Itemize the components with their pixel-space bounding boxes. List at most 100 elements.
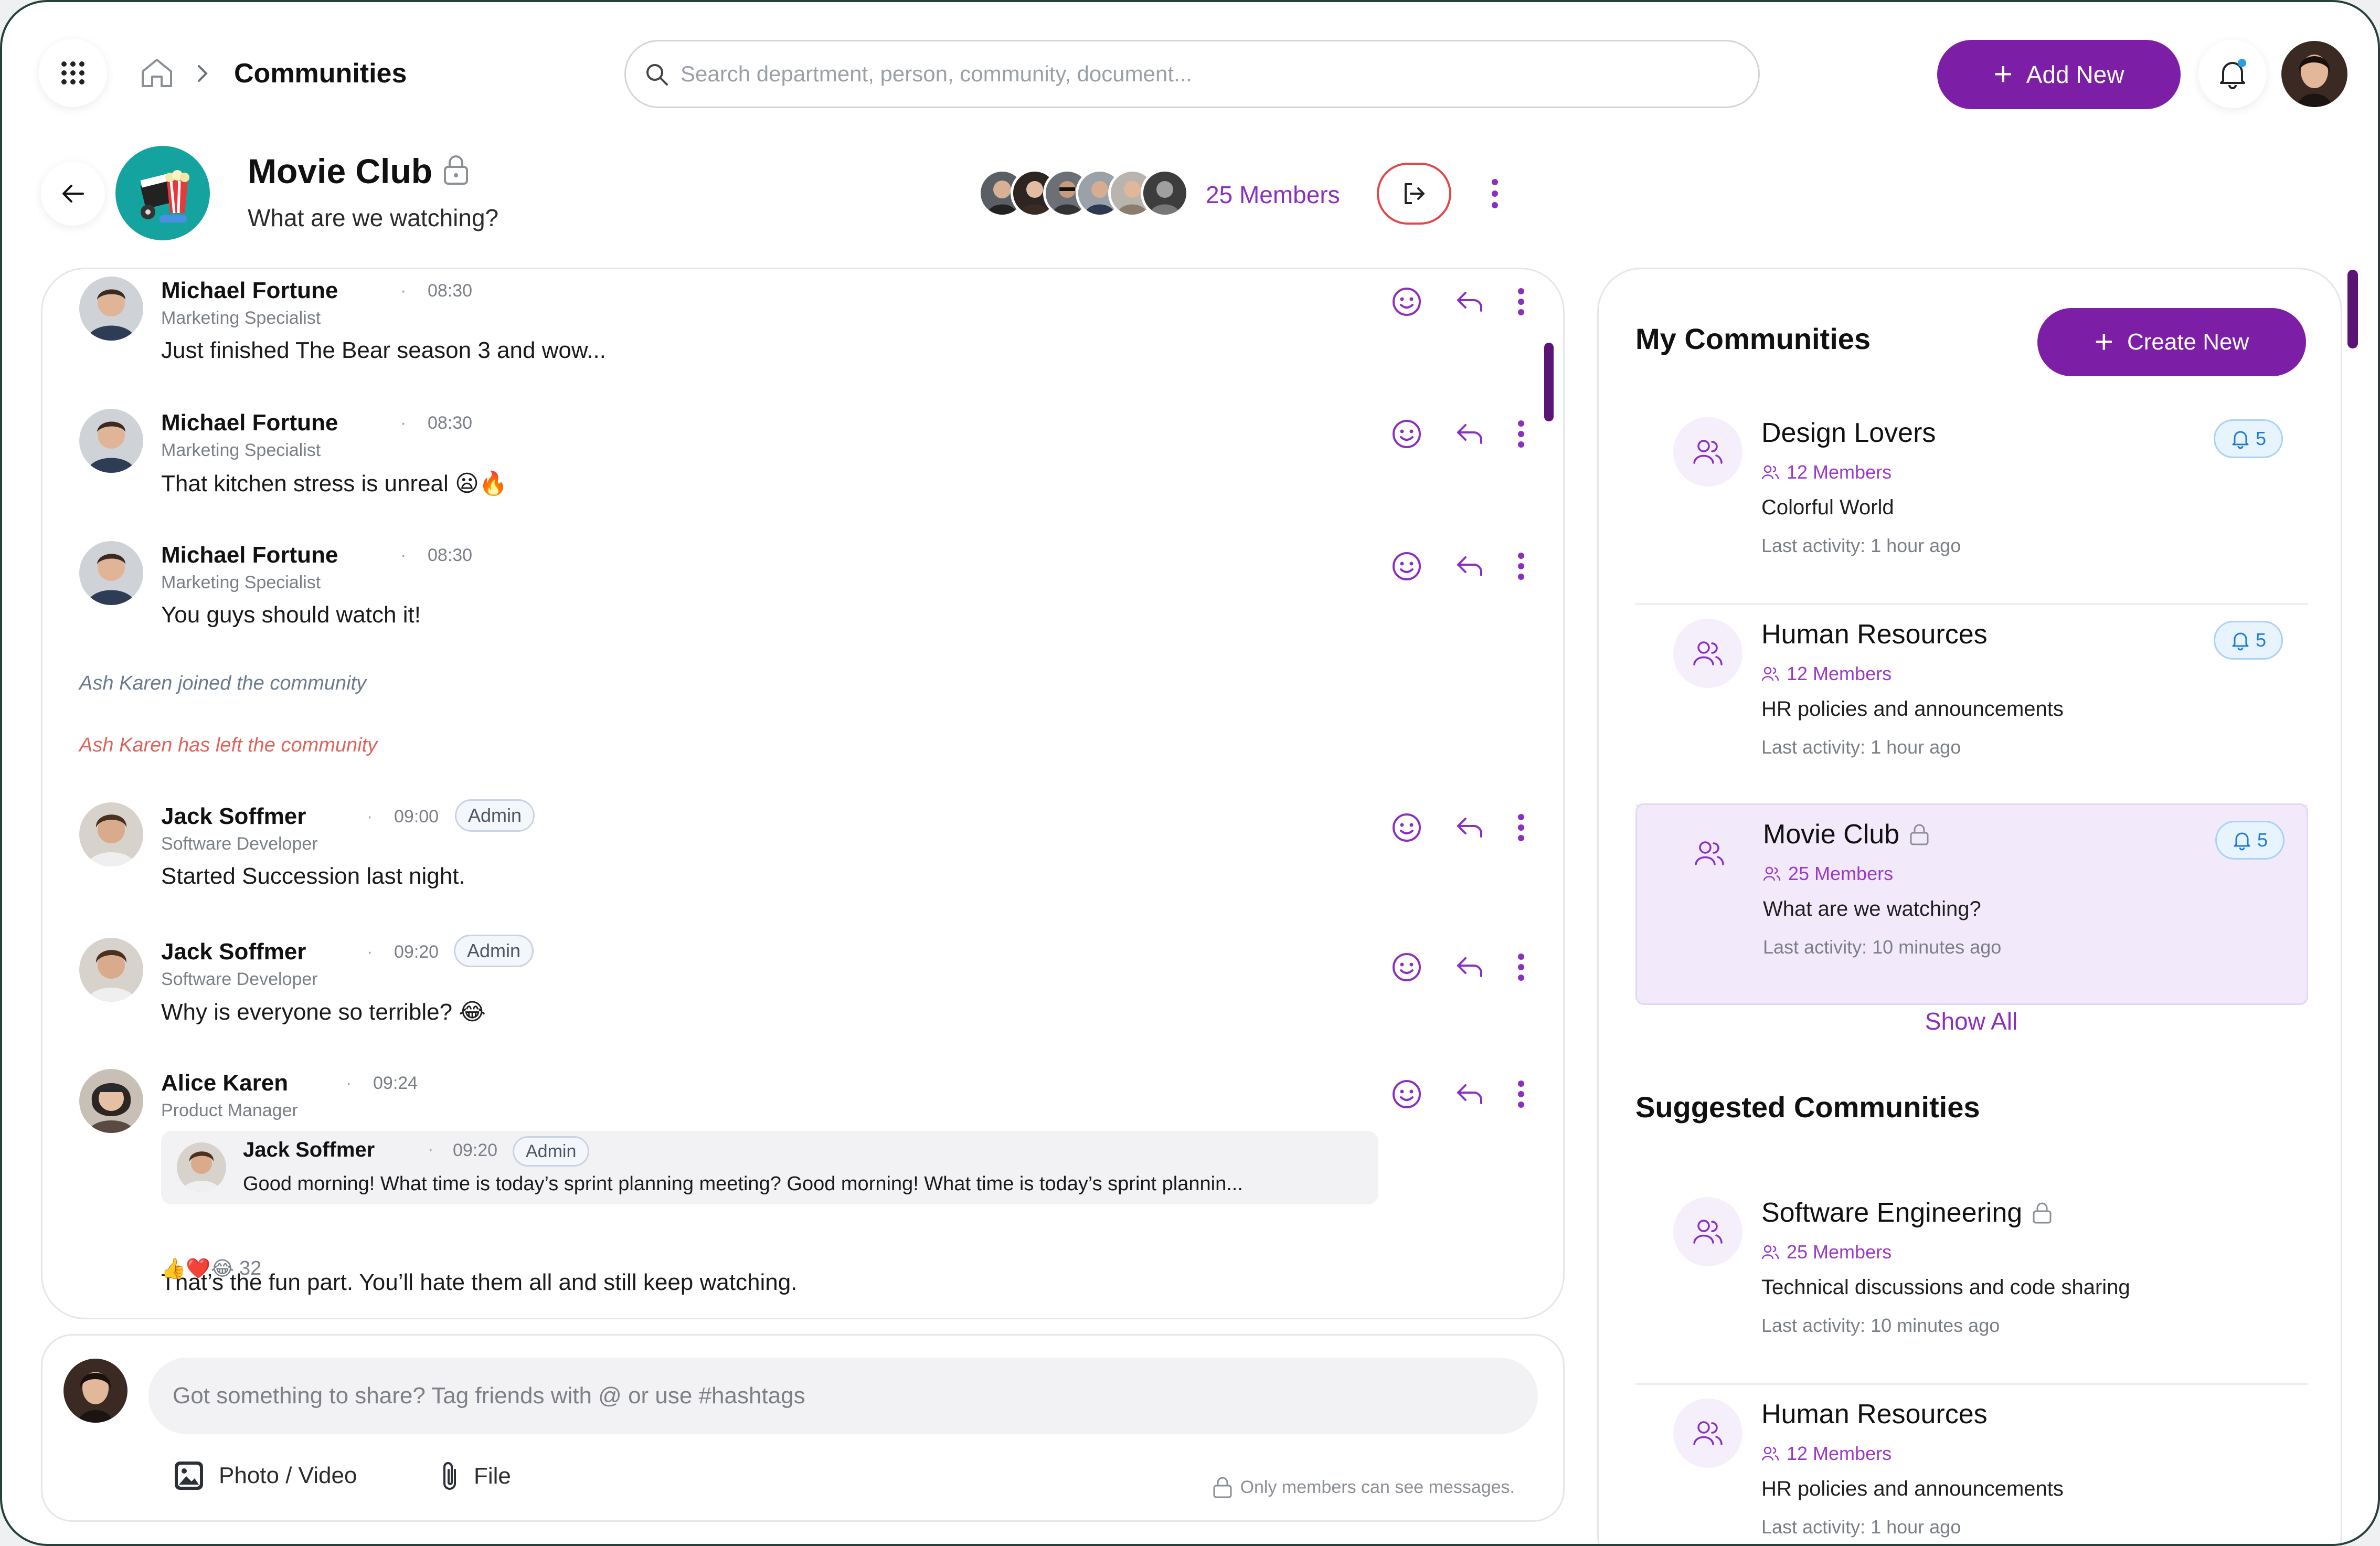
message-time: 09:00 [394,807,439,827]
emoji-react-icon[interactable] [1391,550,1422,582]
community-card-design-lovers[interactable]: Design Lovers 12 Members Colorful World … [1635,404,2308,605]
composer-input[interactable] [173,1358,1516,1434]
paperclip-icon [443,1462,456,1490]
sender-name[interactable]: Michael Fortune [161,410,338,436]
community-members: 12 Members [1761,461,1892,483]
notification-count: 5 [2255,629,2267,651]
suggested-card-human-resources[interactable]: Human Resources 12 Members HR policies a… [1635,1385,2308,1544]
notifications-button[interactable] [2198,40,2267,108]
emoji-react-icon[interactable] [1391,286,1422,317]
sender-name[interactable]: Michael Fortune [161,542,338,568]
file-button[interactable]: File [439,1459,511,1493]
leave-community-button[interactable] [1377,163,1451,225]
photo-video-button[interactable]: Photo / Video [173,1459,357,1492]
message-time: 08:30 [428,413,473,433]
message-item: Michael Fortune · 08:30 Marketing Specia… [79,271,1524,392]
sender-role: Marketing Specialist [161,573,321,592]
message-more-icon[interactable] [1517,287,1525,316]
message-more-icon[interactable] [1517,813,1525,842]
reply-icon[interactable] [1454,421,1485,447]
notification-count: 5 [2255,428,2267,449]
members-count-link[interactable]: 25 Members [1206,181,1340,209]
community-logo [115,146,210,240]
message-text: Started Succession last night. [161,863,465,889]
community-card-human-resources[interactable]: Human Resources 12 Members HR policies a… [1635,605,2308,807]
show-all-link[interactable]: Show All [1599,1007,2341,1035]
community-name: Human Resources [1761,1399,1988,1430]
community-last-activity: Last activity: 1 hour ago [1761,535,1961,556]
members-text: 25 Members [1788,863,1894,884]
message-more-icon[interactable] [1517,1079,1525,1109]
community-description: HR policies and announcements [1761,697,2064,721]
user-avatar[interactable] [2281,41,2347,107]
separator-dot: · [428,1139,434,1159]
community-last-activity: Last activity: 10 minutes ago [1761,1315,2000,1336]
home-icon[interactable] [140,57,174,89]
notification-badge[interactable]: 5 [2215,821,2285,860]
separator-dot: · [400,281,407,301]
separator-dot: · [346,1073,352,1093]
chat-scrollbar[interactable] [1544,343,1554,421]
reaction-emojis: 👍❤️😂 [161,1258,235,1280]
notification-badge[interactable]: 5 [2214,621,2283,660]
message-item: Jack Soffmer · 09:20 Admin Software Deve… [79,933,1524,1053]
community-name: Software Engineering [1761,1197,2053,1229]
sender-name[interactable]: Jack Soffmer [161,939,306,965]
reactions-summary[interactable]: 👍❤️😂 32 [161,1257,261,1280]
message-more-icon[interactable] [1517,552,1525,581]
quoted-text: Good morning! What time is today’s sprin… [243,1173,1243,1195]
sender-name[interactable]: Michael Fortune [161,278,338,304]
community-card-movie-club[interactable]: Movie Club 25 Members What are we watchi… [1635,803,2308,1005]
reply-icon[interactable] [1454,1081,1485,1107]
avatar [79,409,143,473]
message-more-icon[interactable] [1517,419,1525,449]
community-icon [1673,1399,1742,1468]
more-options-icon[interactable] [1490,177,1500,210]
message-item: Michael Fortune · 08:30 Marketing Specia… [79,404,1524,524]
avatar [79,1069,143,1133]
reply-icon[interactable] [1454,954,1485,980]
community-members: 12 Members [1761,663,1892,685]
community-last-activity: Last activity: 1 hour ago [1761,736,1961,758]
separator-dot: · [367,807,373,827]
message-text: That kitchen stress is unreal 😦🔥 [161,471,508,496]
separator-dot: · [400,413,407,433]
reply-icon[interactable] [1454,289,1485,315]
emoji-react-icon[interactable] [1391,812,1422,843]
notification-badge[interactable]: 5 [2214,419,2283,458]
community-icon [1673,619,1742,688]
community-description: What are we watching? [1763,897,1981,920]
sender-name[interactable]: Jack Soffmer [161,803,306,830]
search-bar[interactable] [624,40,1760,108]
emoji-react-icon[interactable] [1391,951,1422,983]
create-new-label: Create New [2127,329,2249,355]
community-name-text: Software Engineering [1761,1198,2023,1228]
community-icon [1675,819,1744,888]
create-new-button[interactable]: + Create New [2037,308,2306,376]
sidebar-scrollbar[interactable] [2347,270,2358,348]
reply-icon[interactable] [1454,814,1485,841]
quoted-message[interactable]: Jack Soffmer · 09:20 Admin Good morning!… [161,1131,1378,1204]
sender-name[interactable]: Alice Karen [161,1070,288,1096]
search-input[interactable] [681,41,1730,107]
community-members: 12 Members [1761,1443,1892,1465]
community-name-text: Human Resources [1761,619,1988,650]
file-label: File [474,1463,511,1489]
community-last-activity: Last activity: 10 minutes ago [1763,936,2002,958]
avatar [79,802,143,866]
logout-icon [1405,183,1425,204]
emoji-react-icon[interactable] [1391,418,1422,450]
back-button[interactable] [41,162,105,226]
suggested-card-software-engineering[interactable]: Software Engineering 25 Members Technica… [1635,1183,2308,1385]
message-more-icon[interactable] [1517,952,1525,982]
add-new-button[interactable]: + Add New [1937,40,2181,109]
reply-icon[interactable] [1454,553,1485,579]
composer-field[interactable] [148,1358,1538,1434]
apps-grid-button[interactable] [39,39,107,107]
sender-role: Marketing Specialist [161,308,321,328]
member-avatars[interactable] [978,169,1189,217]
emoji-react-icon[interactable] [1391,1078,1422,1110]
avatar [79,541,143,605]
community-icon [1673,1197,1742,1266]
members-text: 25 Members [1787,1241,1892,1263]
